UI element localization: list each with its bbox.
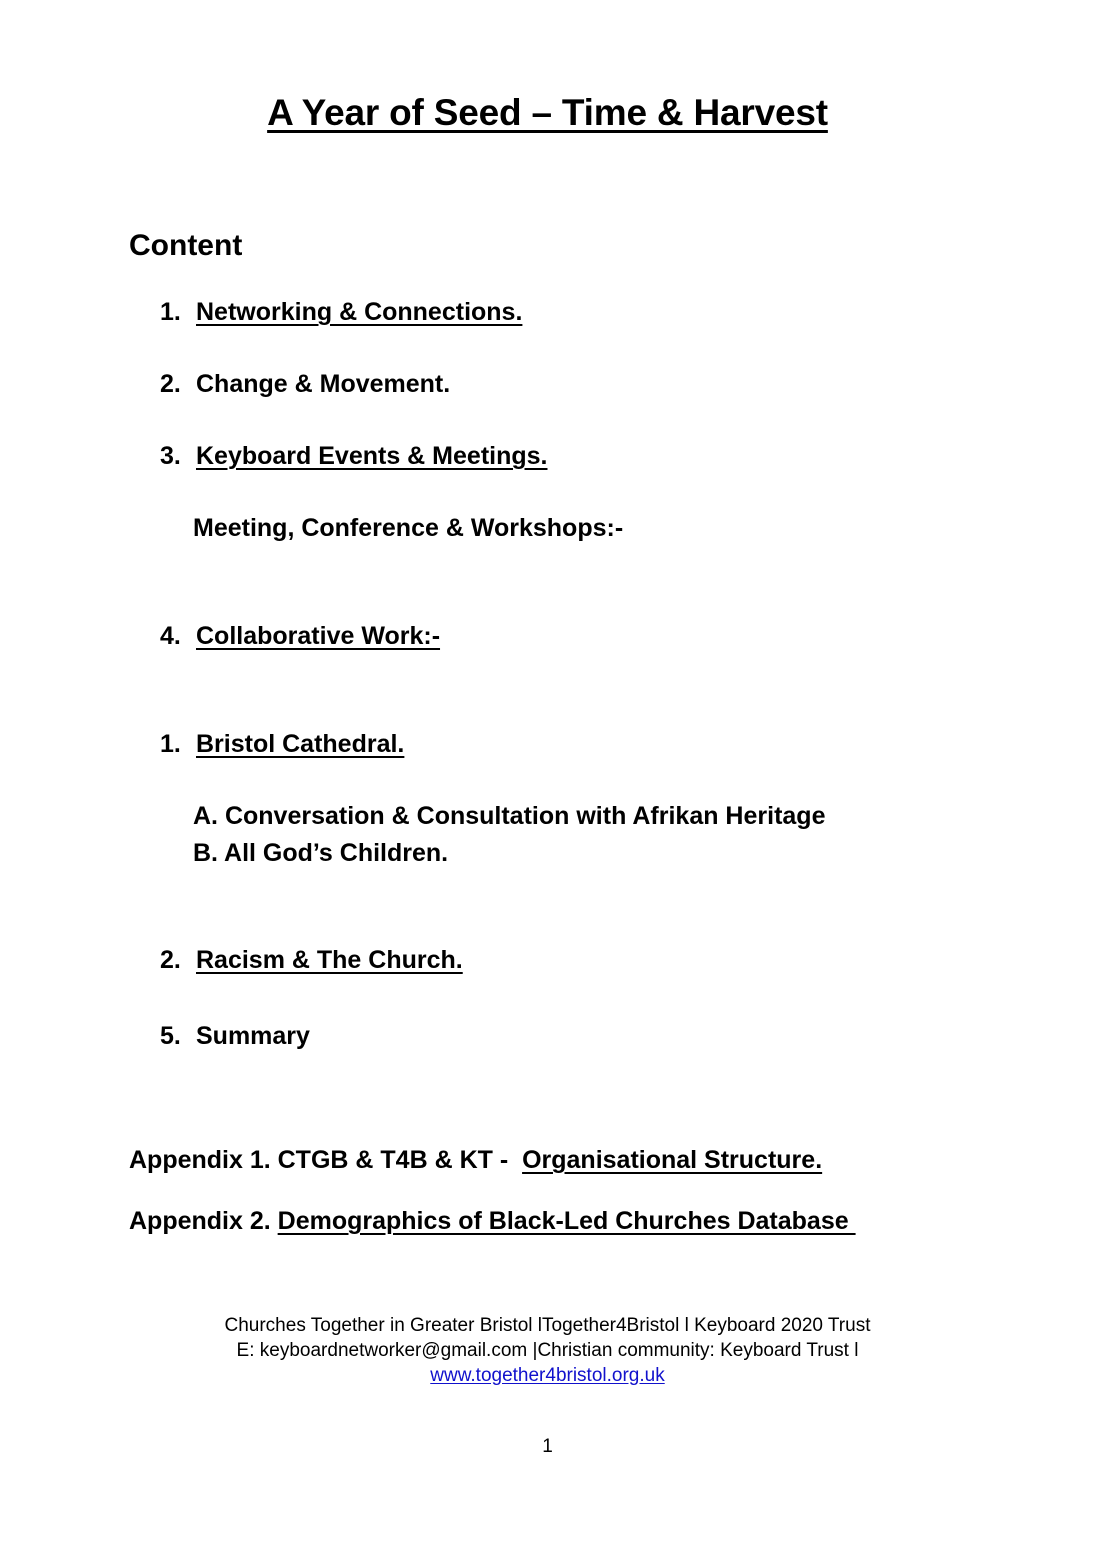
footer: Churches Together in Greater Bristol lTo… — [0, 1313, 1095, 1388]
footer-link-row: www.together4bristol.org.uk — [0, 1363, 1095, 1388]
list-item: 1. Bristol Cathedral. — [160, 729, 404, 760]
list-item: 4. Collaborative Work:- — [160, 621, 440, 652]
list-item-number: 4. — [160, 622, 181, 650]
appendix-2-prefix: Appendix 2. — [129, 1207, 278, 1235]
list-item-label: Change & Movement. — [196, 370, 451, 398]
list-item-number: 2. — [160, 370, 181, 398]
page-number: 1 — [542, 1436, 553, 1457]
list-subitem-b: B. All God’s Children. — [193, 839, 449, 867]
list-item-label: Bristol Cathedral. — [196, 730, 405, 758]
document-page: A Year of Seed – Time & Harvest Content … — [0, 0, 1095, 1548]
list-item: 2. Racism & The Church. — [160, 945, 463, 976]
list-item-number: 5. — [160, 1022, 181, 1050]
list-item-number: 1. — [160, 298, 181, 326]
footer-line-1: Churches Together in Greater Bristol lTo… — [224, 1315, 871, 1336]
list-item-number: 2. — [160, 946, 181, 974]
appendix-1: Appendix 1. CTGB & T4B & KT - Organisati… — [129, 1145, 822, 1176]
list-subitem-a: A. Conversation & Consultation with Afri… — [193, 802, 826, 830]
page-title-text: A Year of Seed – Time & Harvest — [267, 92, 828, 133]
appendix-2: Appendix 2. Demographics of Black-Led Ch… — [129, 1206, 856, 1237]
website-link[interactable]: www.together4bristol.org.uk — [430, 1365, 664, 1386]
list-item: 3. Keyboard Events & Meetings. — [160, 441, 547, 472]
footer-line-2: E: keyboardnetworker@gmail.com |Christia… — [236, 1340, 859, 1361]
appendix-1-title: Organisational Structure. — [522, 1146, 823, 1174]
list-item: 5. Summary — [160, 1021, 310, 1052]
list-item-label: Racism & The Church. — [196, 946, 463, 974]
list-item-label: Keyboard Events & Meetings. — [196, 442, 548, 470]
list-item: 2. Change & Movement. — [160, 369, 450, 400]
list-item-number: 1. — [160, 730, 181, 758]
content-heading: Content — [129, 229, 243, 262]
list-subitem: Meeting, Conference & Workshops:- — [193, 514, 624, 542]
list-item-number: 3. — [160, 442, 181, 470]
page-title: A Year of Seed – Time & Harvest — [0, 92, 1095, 135]
list-item-label: Summary — [196, 1022, 310, 1050]
appendix-1-prefix: Appendix 1. CTGB & T4B & KT - — [129, 1146, 523, 1174]
list-item-label: Networking & Connections. — [196, 298, 523, 326]
list-item: 1. Networking & Connections. — [160, 297, 522, 328]
appendix-2-title: Demographics of Black-Led Churches Datab… — [277, 1207, 856, 1235]
list-item-label: Collaborative Work:- — [196, 622, 441, 650]
